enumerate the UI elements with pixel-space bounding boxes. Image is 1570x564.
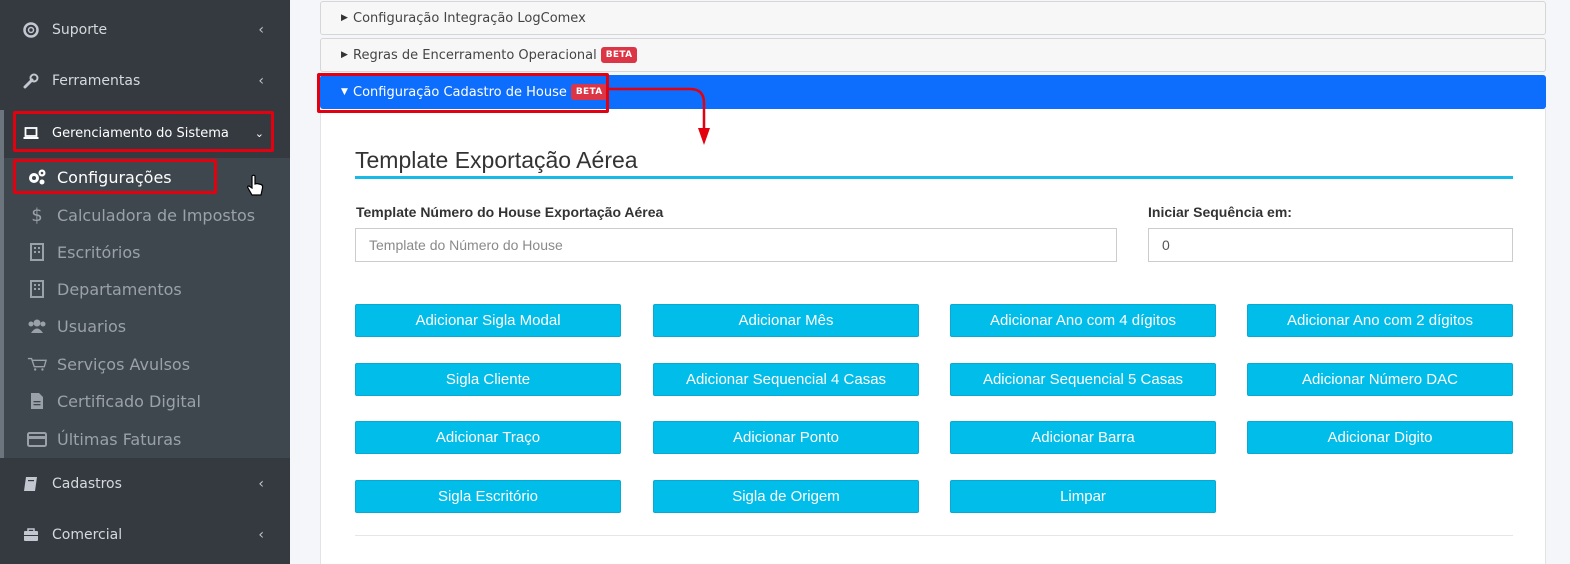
- sidebar-item-ferramentas[interactable]: Ferramentas ‹: [0, 59, 290, 103]
- sequence-input[interactable]: [1148, 228, 1513, 262]
- chevron-down-icon: ⌄: [254, 126, 264, 140]
- sigla-cliente-button[interactable]: Sigla Cliente: [355, 363, 621, 396]
- chevron-left-icon: ‹: [258, 476, 264, 492]
- add-sequencial-4-button[interactable]: Adicionar Sequencial 4 Casas: [653, 363, 919, 396]
- caret-down-icon: ▼: [341, 87, 348, 97]
- accordion-label: Regras de Encerramento Operacional: [353, 47, 597, 63]
- sidebar-item-gerenciamento[interactable]: Gerenciamento do Sistema ⌄: [0, 111, 290, 155]
- briefcase-icon: [22, 526, 40, 544]
- add-mes-button[interactable]: Adicionar Mês: [653, 304, 919, 337]
- sidebar-item-label: Configurações: [57, 167, 172, 187]
- book-icon: [22, 475, 40, 493]
- file-icon: [27, 391, 47, 411]
- beta-badge: BETA: [600, 47, 638, 63]
- sidebar-item-cadastros[interactable]: Cadastros ‹: [0, 462, 290, 506]
- section-divider: [355, 176, 1513, 179]
- laptop-icon: [22, 124, 40, 142]
- sidebar-subitem-usuarios[interactable]: Usuarios: [0, 308, 290, 344]
- sidebar-subitem-departamentos[interactable]: Departamentos: [0, 271, 290, 307]
- template-input[interactable]: [355, 228, 1117, 262]
- sidebar-item-label: Gerenciamento do Sistema: [52, 125, 229, 141]
- sigla-origem-button[interactable]: Sigla de Origem: [653, 480, 919, 513]
- sidebar-item-comercial[interactable]: Comercial ‹: [0, 513, 290, 557]
- cart-icon: [27, 354, 47, 374]
- cogs-icon: [27, 167, 47, 187]
- users-icon: [27, 316, 47, 336]
- section-title: Template Exportação Aérea: [355, 147, 638, 173]
- sidebar-item-label: Calculadora de Impostos: [57, 205, 256, 225]
- sidebar: Suporte ‹ Ferramentas ‹ Gerenciamento do…: [0, 0, 290, 564]
- caret-right-icon: ▶: [341, 13, 348, 23]
- hand-cursor-icon: [246, 174, 264, 203]
- caret-right-icon: ▶: [341, 50, 348, 60]
- wrench-icon: [22, 72, 40, 90]
- sidebar-subitem-faturas[interactable]: Últimas Faturas: [0, 421, 290, 457]
- add-traco-button[interactable]: Adicionar Traço: [355, 421, 621, 454]
- accordion-cadastro-house[interactable]: ▼ Configuração Cadastro de House BETA: [320, 75, 1546, 109]
- credit-card-icon: [27, 429, 47, 449]
- dollar-icon: $: [31, 204, 43, 226]
- sidebar-subitem-escritorios[interactable]: Escritórios: [0, 234, 290, 270]
- sidebar-item-label: Escritórios: [57, 242, 141, 262]
- sidebar-item-label: Serviços Avulsos: [57, 354, 191, 374]
- sequence-label: Iniciar Sequência em:: [1148, 204, 1292, 220]
- template-label: Template Número do House Exportação Aére…: [356, 204, 664, 220]
- add-ponto-button[interactable]: Adicionar Ponto: [653, 421, 919, 454]
- accordion-logcomex[interactable]: ▶ Configuração Integração LogComex: [320, 1, 1546, 35]
- sidebar-item-label: Certificado Digital: [57, 391, 201, 411]
- sigla-escritorio-button[interactable]: Sigla Escritório: [355, 480, 621, 513]
- sidebar-item-label: Ferramentas: [52, 73, 141, 89]
- panel-divider: [355, 535, 1513, 536]
- add-digito-button[interactable]: Adicionar Digito: [1247, 421, 1513, 454]
- sidebar-item-label: Usuarios: [57, 316, 127, 336]
- accordion-label: Configuração Cadastro de House: [353, 84, 567, 100]
- sidebar-subitem-servicos[interactable]: Serviços Avulsos: [0, 346, 290, 382]
- chevron-left-icon: ‹: [258, 527, 264, 543]
- beta-badge: BETA: [570, 84, 608, 100]
- chevron-left-icon: ‹: [258, 73, 264, 89]
- sidebar-item-label: Comercial: [52, 527, 123, 543]
- add-sequencial-5-button[interactable]: Adicionar Sequencial 5 Casas: [950, 363, 1216, 396]
- sidebar-item-label: Últimas Faturas: [57, 429, 182, 449]
- building-icon: [27, 242, 47, 262]
- sidebar-item-label: Departamentos: [57, 279, 182, 299]
- sidebar-item-label: Cadastros: [52, 476, 122, 492]
- chevron-left-icon: ‹: [258, 22, 264, 38]
- add-ano-4-button[interactable]: Adicionar Ano com 4 dígitos: [950, 304, 1216, 337]
- accordion-encerramento[interactable]: ▶ Regras de Encerramento Operacional BET…: [320, 38, 1546, 72]
- add-numero-dac-button[interactable]: Adicionar Número DAC: [1247, 363, 1513, 396]
- sidebar-item-suporte[interactable]: Suporte ‹: [0, 8, 290, 52]
- add-sigla-modal-button[interactable]: Adicionar Sigla Modal: [355, 304, 621, 337]
- sidebar-item-label: Suporte: [52, 22, 108, 38]
- main-content: ▶ Configuração Integração LogComex ▶ Reg…: [290, 0, 1570, 564]
- building-icon: [27, 279, 47, 299]
- sidebar-subitem-certificado[interactable]: Certificado Digital: [0, 383, 290, 419]
- add-barra-button[interactable]: Adicionar Barra: [950, 421, 1216, 454]
- accordion-label: Configuração Integração LogComex: [353, 10, 586, 26]
- life-ring-icon: [22, 21, 40, 39]
- limpar-button[interactable]: Limpar: [950, 480, 1216, 513]
- add-ano-2-button[interactable]: Adicionar Ano com 2 dígitos: [1247, 304, 1513, 337]
